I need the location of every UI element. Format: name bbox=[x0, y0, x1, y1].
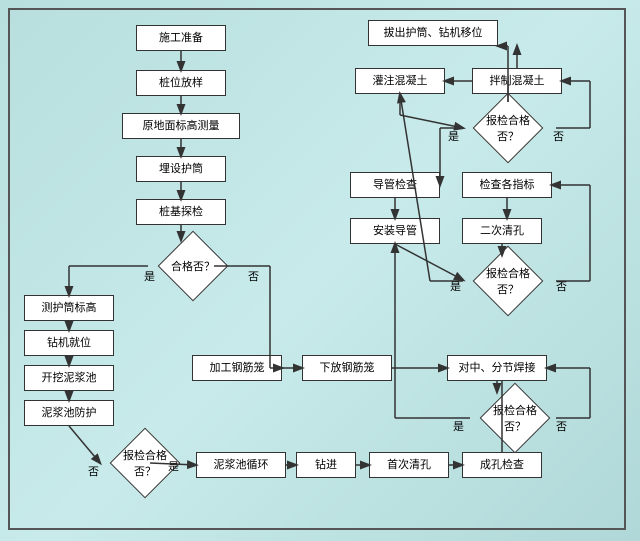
box-jiagongganglong: 加工钢筋笼 bbox=[192, 355, 282, 381]
label-mr-no: 否 bbox=[556, 418, 567, 434]
box-jianchi-xunhuan: 泥浆池循环 bbox=[196, 452, 286, 478]
box-yuandi-celiang: 原地面标高测量 bbox=[122, 113, 240, 139]
box-duizhong: 对中、分节焊接 bbox=[447, 355, 547, 381]
box-maishehutong: 埋设护筒 bbox=[136, 156, 226, 182]
box-daoguanjiancha: 导管检查 bbox=[350, 172, 440, 198]
label-hege-yes: 是 bbox=[144, 268, 155, 284]
box-jiancha-zhubiao: 检查各指标 bbox=[462, 172, 552, 198]
label-mr2-yes: 是 bbox=[450, 278, 461, 294]
diamond-baojian-top: 报检合格否？ bbox=[463, 102, 553, 154]
box-erciqingkong: 二次清孔 bbox=[462, 218, 542, 244]
diamond-hege: 合格否？ bbox=[148, 240, 238, 292]
box-xiagang: 下放钢筋笼 bbox=[302, 355, 392, 381]
box-jianchi-fanghu: 泥浆池防护 bbox=[24, 400, 114, 426]
box-zhuangjian: 桩基探检 bbox=[136, 199, 226, 225]
label-mr-yes: 是 bbox=[453, 418, 464, 434]
box-zhuiwei-fangyang: 桩位放样 bbox=[136, 70, 226, 96]
box-zhuanjin: 钻进 bbox=[296, 452, 356, 478]
box-shigong-zhunbei: 施工准备 bbox=[136, 25, 226, 51]
box-bachu-hutong: 拔出护筒、钻机移位 bbox=[368, 20, 498, 46]
box-cehutong: 测护筒标高 bbox=[24, 295, 114, 321]
box-kaiwajinchi: 开挖泥浆池 bbox=[24, 365, 114, 391]
label-bl-yes: 是 bbox=[168, 458, 179, 474]
box-chengkong-jiancha: 成孔检查 bbox=[462, 452, 542, 478]
box-zhuanji: 钻机就位 bbox=[24, 330, 114, 356]
box-jiazhuang-daoguan: 安装导管 bbox=[350, 218, 440, 244]
box-zhizhi: 拌制混凝土 bbox=[472, 68, 562, 94]
diamond-baojian-mid2: 报检合格否？ bbox=[463, 255, 553, 307]
diamond-baojian-mid: 报检合格否？ bbox=[470, 392, 560, 444]
label-mr2-no: 否 bbox=[556, 278, 567, 294]
box-shouc-qingkong: 首次清孔 bbox=[369, 452, 449, 478]
flowchart-diagram: 施工准备 桩位放样 原地面标高测量 埋设护筒 桩基探检 合格否？ 测护筒标高 钻… bbox=[0, 0, 640, 541]
label-tr-yes: 是 bbox=[448, 128, 459, 144]
label-tr-no: 否 bbox=[553, 128, 564, 144]
label-hege-no: 否 bbox=[248, 268, 259, 284]
box-guanzhu: 灌注混凝土 bbox=[355, 68, 445, 94]
label-bl-no: 否 bbox=[88, 463, 99, 479]
